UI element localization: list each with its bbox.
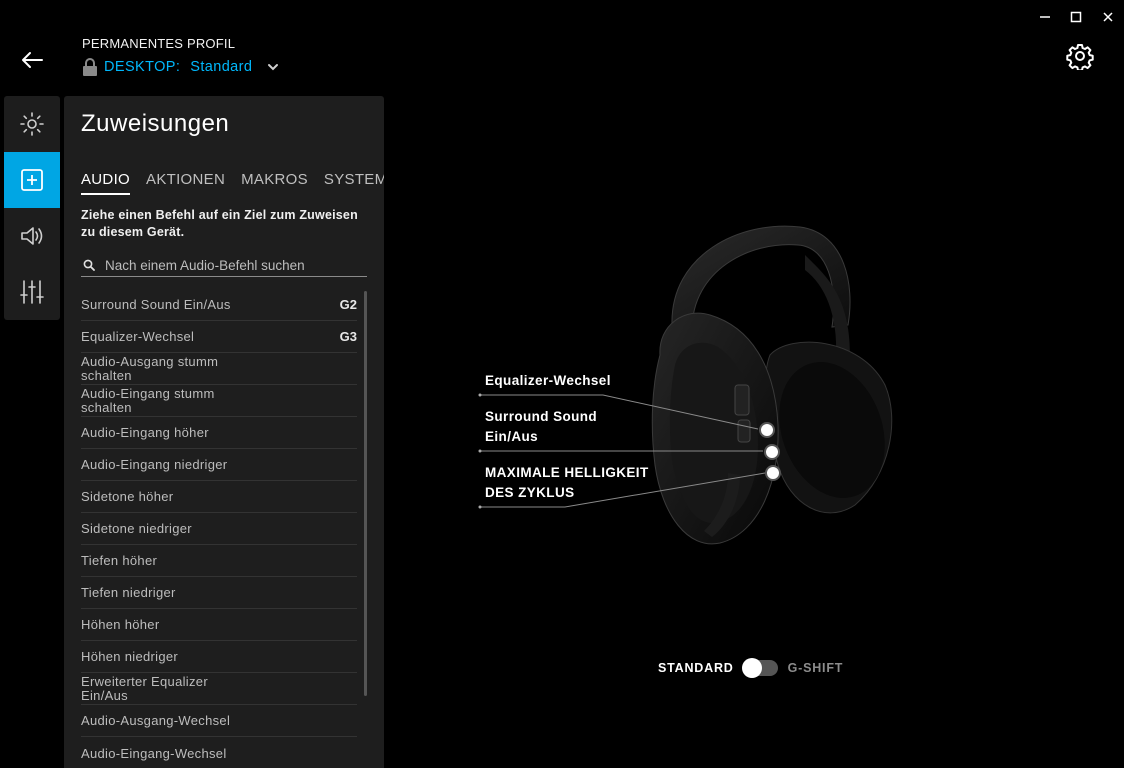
settings-button[interactable] [1066,42,1094,72]
button-target-g1[interactable] [765,465,781,481]
gshift-toggle-group: STANDARD G-SHIFT [658,658,844,678]
assignments-icon [21,169,43,191]
tab-system[interactable]: SYSTEM [324,171,384,195]
item-label: Audio-Ausgang-Wechsel [81,712,231,728]
list-item[interactable]: Audio-Eingang-Wechsel [81,737,357,767]
tab-macros[interactable]: MAKROS [241,171,308,195]
sidebar-item-lighting[interactable] [4,96,60,152]
maximize-icon [1070,11,1082,23]
list-item[interactable]: Erweiterter Equalizer Ein/Aus [81,673,357,705]
sidebar-item-assignments[interactable] [4,152,60,208]
speaker-icon [21,227,43,245]
toggle-label-standard: STANDARD [658,661,734,675]
list-item[interactable]: Sidetone höher [81,481,357,513]
item-label: Audio-Eingang stumm schalten [81,385,215,415]
instruction-text: Ziehe einen Befehl auf ein Ziel zum Zuwe… [81,208,358,239]
item-label: Höhen höher [81,616,160,632]
arrow-left-icon [22,52,43,68]
tab-audio[interactable]: AUDIO [81,171,131,195]
close-icon [1103,12,1113,22]
item-label: Höhen niedriger [81,648,179,664]
list-item[interactable]: Audio-Ausgang-Wechsel [81,705,357,737]
toggle-label-gshift: G-SHIFT [787,661,844,675]
maximize-button[interactable] [1065,6,1087,28]
profile-label: PERMANENTES PROFIL [82,36,236,51]
gear-icon [1066,44,1094,72]
search-icon [83,259,95,271]
search-input[interactable] [105,257,355,273]
sidebar-item-audio[interactable] [4,208,60,264]
tab-bar: AUDIO AKTIONEN MAKROS SYSTEM [81,171,384,195]
item-key: G3 [339,329,357,344]
callout-surround: Surround Sound Ein/Aus [485,409,598,444]
list-item[interactable]: Surround Sound Ein/Aus G2 [81,289,357,321]
item-label: Tiefen höher [81,552,158,568]
list-item[interactable]: Audio-Ausgang stumm schalten [81,353,357,385]
panel-title: Zuweisungen [81,110,230,137]
button-target-g3[interactable] [759,422,775,438]
item-label: Sidetone höher [81,488,174,504]
callout-brightness: MAXIMALE HELLIGKEIT DES ZYKLUS [485,465,649,500]
list-item[interactable]: Audio-Eingang stumm schalten [81,385,357,417]
command-list: Surround Sound Ein/Aus G2 Equalizer-Wechs… [81,289,357,767]
tab-actions[interactable]: AKTIONEN [146,171,225,195]
button-target-g2[interactable] [764,444,780,460]
brightness-icon [20,112,44,136]
list-scrollbar[interactable] [364,291,367,696]
item-label: Audio-Eingang niedriger [81,456,228,472]
item-label: Audio-Eingang-Wechsel [81,746,227,761]
item-key: G2 [339,297,357,312]
list-item[interactable]: Audio-Eingang höher [81,417,357,449]
sidebar-item-equalizer[interactable] [4,264,60,320]
sidebar [4,96,60,320]
toggle-knob [741,658,762,678]
profile-selector[interactable]: DESKTOP: Standard [82,58,280,76]
list-item[interactable]: Audio-Eingang niedriger [81,449,357,481]
list-item[interactable]: Tiefen höher [81,545,357,577]
equalizer-icon [20,280,44,304]
gshift-toggle[interactable] [741,658,778,678]
assignments-panel: Zuweisungen AUDIO AKTIONEN MAKROS SYSTEM… [64,96,384,768]
search-bar [81,254,367,277]
minimize-icon [1040,16,1050,18]
item-label: Audio-Eingang höher [81,424,209,440]
list-item[interactable]: Höhen niedriger [81,641,357,673]
close-button[interactable] [1097,6,1119,28]
chevron-down-icon [268,64,279,71]
item-label: Surround Sound Ein/Aus [81,296,231,312]
item-label: Equalizer-Wechsel [81,328,195,344]
minimize-button[interactable] [1034,6,1056,28]
callout-equalizer: Equalizer-Wechsel [485,373,611,388]
item-label: Audio-Ausgang stumm schalten [81,353,219,383]
list-item[interactable]: Höhen höher [81,609,357,641]
profile-value: Standard [190,59,253,75]
item-label: Erweiterter Equalizer Ein/Aus [81,673,208,703]
list-item[interactable]: Sidetone niedriger [81,513,357,545]
profile-key: DESKTOP: [104,59,181,75]
list-item[interactable]: Tiefen niedriger [81,577,357,609]
list-item[interactable]: Equalizer-Wechsel G3 [81,321,357,353]
lock-icon [83,58,97,76]
item-label: Sidetone niedriger [81,520,192,536]
item-label: Tiefen niedriger [81,584,176,600]
back-button[interactable] [18,46,46,74]
